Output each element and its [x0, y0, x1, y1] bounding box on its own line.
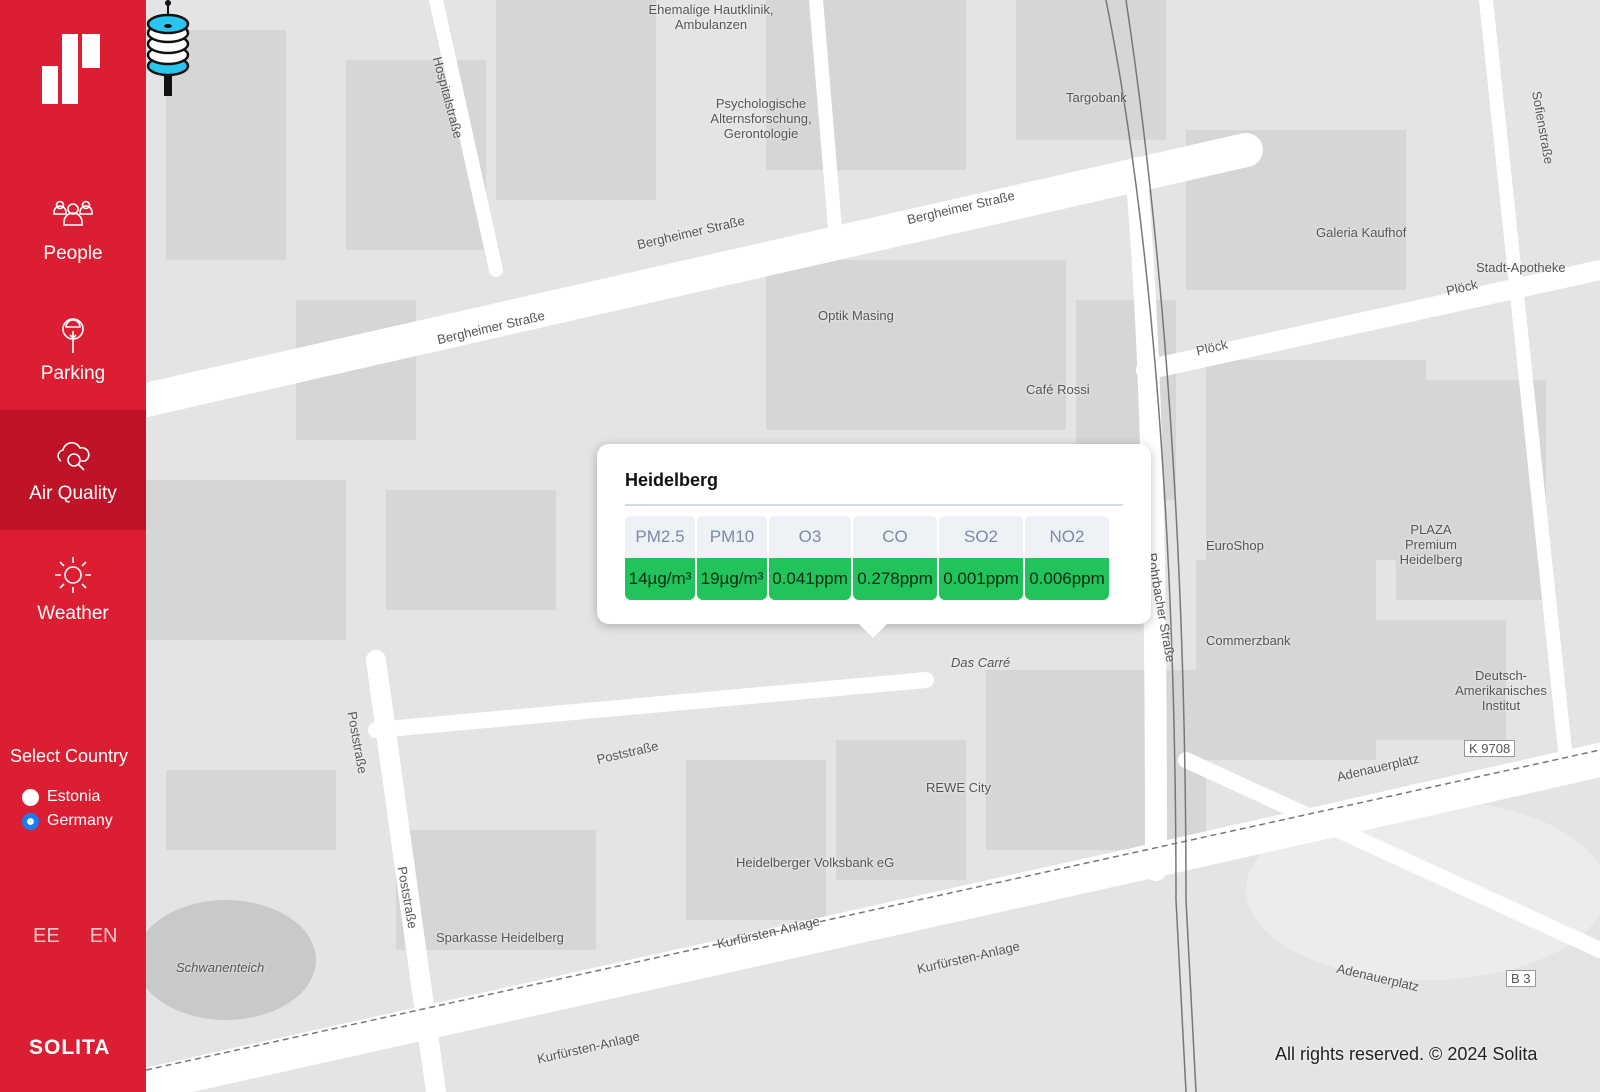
- map-label: REWE City: [926, 780, 991, 795]
- nav-label: People: [43, 243, 103, 264]
- road-shield: K 9708: [1464, 740, 1516, 757]
- nav-label: Air Quality: [29, 483, 117, 504]
- map-label: Stadt-Apotheke: [1476, 260, 1566, 275]
- solita-logo[interactable]: [42, 34, 102, 104]
- nav-parking[interactable]: Parking: [0, 290, 146, 410]
- pollutant-value: 19µg/m³: [697, 558, 767, 600]
- radio-estonia[interactable]: Estonia: [22, 788, 100, 806]
- pollutant-value: 0.001ppm: [939, 558, 1023, 600]
- radio-germany[interactable]: Germany: [22, 812, 113, 830]
- nav-people[interactable]: People: [0, 170, 146, 290]
- pollutant-value: 0.278ppm: [853, 558, 937, 600]
- air-quality-popup: Heidelberg PM2.5 14µg/m³ PM10 19µg/m³ O3 0.04…: [597, 444, 1151, 638]
- pollutant-column: SO2 0.001ppm: [939, 516, 1023, 600]
- pollutant-value: 0.006ppm: [1025, 558, 1109, 600]
- lang-en[interactable]: EN: [90, 925, 118, 947]
- brand-name: SOLITA: [29, 1036, 111, 1059]
- copyright: All rights reserved. © 2024 Solita: [1275, 1044, 1538, 1064]
- air-quality-station-marker[interactable]: [146, 0, 190, 96]
- pollutant-column: PM2.5 14µg/m³: [625, 516, 695, 600]
- divider: [625, 504, 1123, 506]
- map-label: Optik Masing: [818, 308, 894, 323]
- select-country-label: Select Country: [10, 746, 129, 766]
- map-label: Sparkasse Heidelberg: [436, 930, 564, 945]
- map-label: Café Rossi: [1026, 382, 1090, 397]
- map-label: Das Carré: [951, 655, 1011, 670]
- radio-button[interactable]: [22, 788, 39, 806]
- nav-weather[interactable]: Weather: [0, 530, 146, 650]
- popup-title: Heidelberg: [625, 470, 719, 490]
- nav-air-quality[interactable]: Air Quality: [0, 410, 146, 530]
- pollutant-header: SO2: [939, 516, 1023, 558]
- map-label: EuroShop: [1206, 538, 1264, 553]
- lang-ee[interactable]: EE: [33, 925, 60, 947]
- map-label: Commerzbank: [1206, 633, 1291, 648]
- map[interactable]: Bergheimer Straße Bergheimer Straße Berg…: [146, 0, 1600, 1092]
- map-label: Heidelberger Volksbank eG: [736, 855, 895, 870]
- pollutant-column: CO 0.278ppm: [853, 516, 937, 600]
- sidebar: People Parking Air Quality Weather Selec…: [0, 0, 146, 1092]
- map-label: PLAZA Premium Heidelberg: [1399, 522, 1463, 567]
- map-label: Psychologische Alternsforschung, Geronto…: [710, 96, 812, 141]
- nav-label: Parking: [40, 363, 106, 384]
- road-shield: B 3: [1506, 970, 1536, 987]
- map-label: Targobank: [1066, 90, 1127, 105]
- language-switcher: EE EN: [33, 925, 147, 948]
- nav-label: Weather: [37, 603, 109, 624]
- pollutant-header: PM2.5: [625, 516, 695, 558]
- map-label: Deutsch-Amerikanisches Institut: [1455, 668, 1547, 713]
- radio-label: Estonia: [47, 788, 101, 805]
- map-label: Schwanenteich: [176, 960, 265, 975]
- people-icon: [53, 200, 93, 226]
- map-label: Galeria Kaufhof: [1316, 225, 1407, 240]
- pollutant-header: O3: [769, 516, 851, 558]
- pollutant-column: NO2 0.006ppm: [1025, 516, 1109, 600]
- air-quality-table: PM2.5 14µg/m³ PM10 19µg/m³ O3 0.041ppm CO 0.278…: [625, 516, 1109, 600]
- radio-button[interactable]: [22, 812, 39, 830]
- radio-label: Germany: [47, 812, 113, 829]
- pollutant-header: CO: [853, 516, 937, 558]
- pollutant-column: PM10 19µg/m³: [697, 516, 767, 600]
- pollutant-header: NO2: [1025, 516, 1109, 558]
- pollutant-header: PM10: [697, 516, 767, 558]
- pollutant-value: 14µg/m³: [625, 558, 695, 600]
- parking-meter-icon: [62, 318, 84, 353]
- pollutant-value: 0.041ppm: [769, 558, 851, 600]
- pollutant-column: O3 0.041ppm: [769, 516, 851, 600]
- cloud-search-icon: [57, 442, 90, 471]
- map-label: Ehemalige Hautklinik, Ambulanzen: [648, 2, 774, 32]
- sun-icon: [55, 557, 91, 593]
